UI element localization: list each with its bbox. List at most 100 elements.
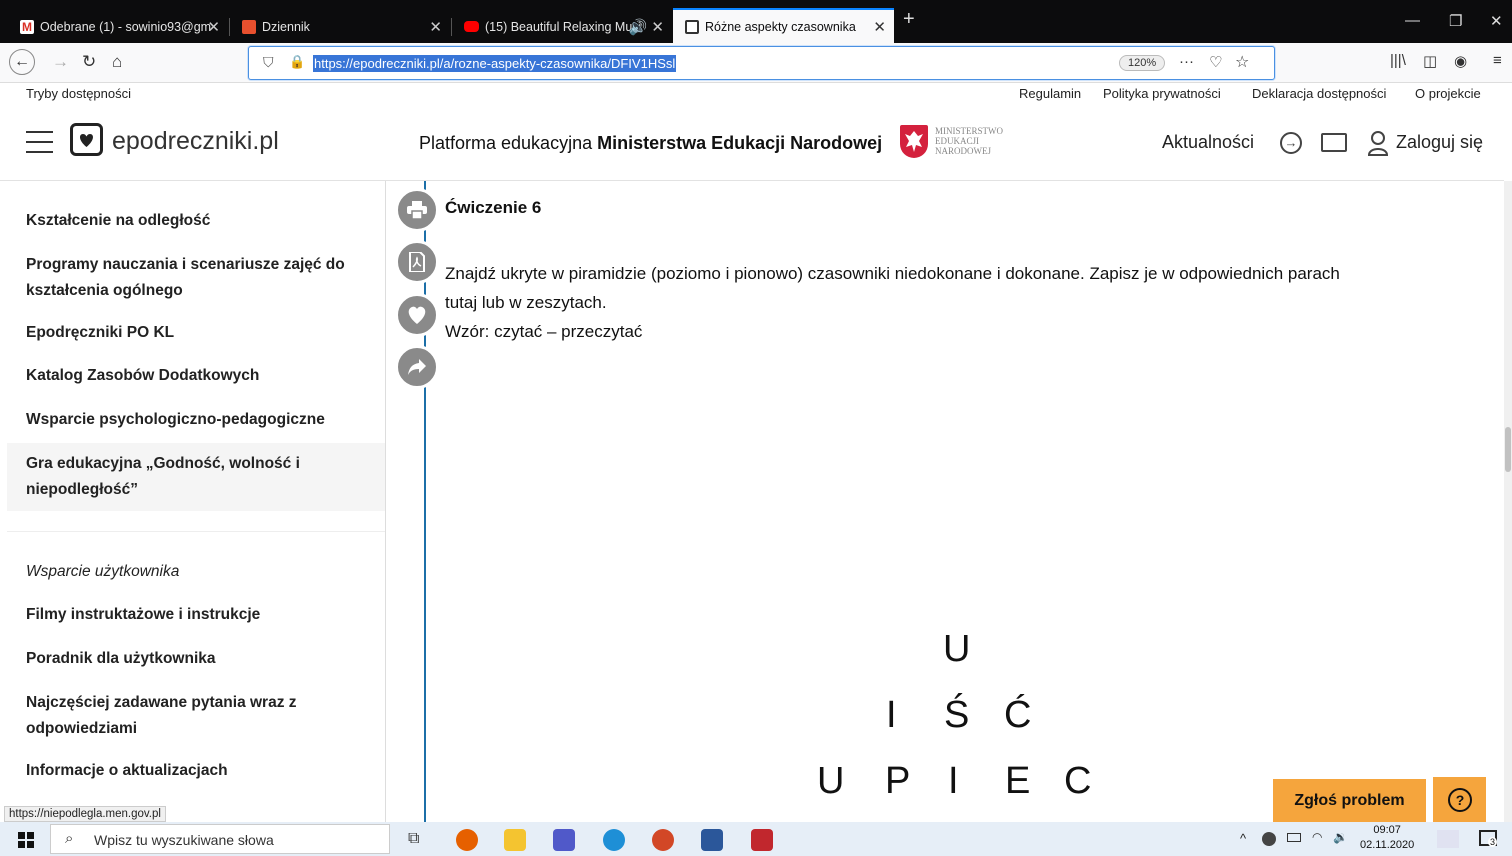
pocket-icon[interactable]: ♡ (1209, 53, 1222, 71)
restore-icon[interactable]: ❐ (1449, 12, 1462, 30)
edge-icon[interactable] (603, 829, 625, 851)
sidebar-icon[interactable]: ◫ (1423, 52, 1437, 70)
tab-active[interactable]: Różne aspekty czasownika ✕ (673, 8, 894, 43)
ministry-line: NARODOWEJ (935, 146, 991, 156)
tab-title: Dziennik (262, 19, 310, 34)
share-arrow-icon (408, 359, 426, 375)
task-view-icon[interactable]: ⧉ (408, 830, 419, 848)
wifi-icon[interactable]: ◠ (1312, 830, 1322, 844)
forward-icon[interactable]: → (52, 52, 69, 72)
divider (7, 531, 385, 532)
news-link[interactable]: Aktualności (1162, 132, 1254, 153)
pyramid-letter: Ć (1004, 694, 1032, 736)
epodreczniki-logo-icon[interactable] (70, 123, 103, 156)
library-icon[interactable]: |||\ (1390, 52, 1406, 69)
pyramid-letter: Ś (944, 694, 970, 736)
menu-icon[interactable]: ≡ (1493, 52, 1502, 69)
url-text[interactable]: https://epodreczniki.pl/a/rozne-aspekty-… (313, 55, 677, 72)
youtube-icon (464, 21, 479, 32)
show-desktop-icon[interactable] (1437, 830, 1459, 848)
scrollbar-thumb[interactable] (1505, 427, 1511, 472)
powerpoint-icon[interactable] (652, 829, 674, 851)
notifications-icon[interactable]: 3 (1479, 830, 1498, 847)
windows-start-icon[interactable] (18, 832, 34, 848)
tab-title: Odebrane (1) - sowinio93@gm (40, 19, 212, 34)
report-problem-button[interactable]: Zgłoś problem (1273, 779, 1426, 822)
status-link-preview: https://niepodlegla.men.gov.pl (4, 806, 166, 822)
regulations-link[interactable]: Regulamin (1019, 86, 1081, 101)
battery-icon[interactable] (1287, 833, 1301, 842)
sidebar-item-epodreczniki-pokl[interactable]: Epodręczniki PO KL (26, 320, 366, 346)
pyramid-letter: I (948, 760, 959, 802)
sidebar-item-psych-support[interactable]: Wsparcie psychologiczno-pedagogiczne (26, 407, 366, 433)
sidebar-item-catalog[interactable]: Katalog Zasobów Dodatkowych (26, 363, 366, 389)
sidebar-item-game[interactable]: Gra edukacyjna „Godność, wolność i niepo… (7, 443, 385, 511)
app-icon[interactable] (751, 829, 773, 851)
share-button[interactable] (395, 345, 439, 389)
close-icon[interactable]: ✕ (429, 18, 442, 36)
ministry-line: MINISTERSTWO (935, 126, 1003, 136)
account-icon[interactable]: ◉ (1454, 52, 1467, 70)
tab-dziennik[interactable]: Dziennik ✕ (230, 10, 450, 43)
sidebar-item-faq[interactable]: Najczęściej zadawane pytania wraz z odpo… (26, 690, 366, 742)
site-logo[interactable]: epodreczniki.pl (112, 127, 279, 156)
home-icon[interactable]: ⌂ (112, 52, 122, 72)
back-icon[interactable]: ← (9, 49, 35, 75)
sidebar-item-updates[interactable]: Informacje o aktualizacjach (26, 758, 366, 784)
sidebar: Kształcenie na odległość Programy naucza… (0, 181, 386, 822)
clock-date: 02.11.2020 (1360, 839, 1415, 851)
taskbar-search[interactable]: ⌕ Wpisz tu wyszukiwane słowa (50, 824, 390, 854)
close-icon[interactable]: 🔊 ✕ (629, 18, 664, 36)
sidebar-item-curricula[interactable]: Programy nauczania i scenariusze zajęć d… (26, 252, 366, 304)
sidebar-item-remote-learning[interactable]: Kształcenie na odległość (26, 208, 366, 234)
sidebar-item-videos[interactable]: Filmy instruktażowe i instrukcje (26, 602, 366, 628)
accessibility-declaration-link[interactable]: Deklaracja dostępności (1252, 86, 1386, 101)
taskbar-clock[interactable]: 09:07 02.11.2020 (1360, 823, 1414, 853)
user-icon[interactable] (1367, 130, 1389, 156)
help-button[interactable]: ? (1433, 777, 1486, 822)
bookmark-star-icon[interactable]: ☆ (1235, 52, 1249, 72)
file-explorer-icon[interactable] (504, 829, 526, 851)
tab-title: (15) Beautiful Relaxing Musi (485, 19, 642, 34)
lock-icon[interactable]: 🔒 (289, 54, 305, 70)
taskbar-search-placeholder: Wpisz tu wyszukiwane słowa (94, 832, 274, 848)
close-window-icon[interactable]: ✕ (1490, 12, 1503, 30)
print-button[interactable] (395, 188, 439, 232)
print-icon (407, 201, 427, 219)
sidebar-item-guide[interactable]: Poradnik dla użytkownika (26, 646, 366, 672)
favorite-button[interactable] (395, 293, 439, 337)
tab-gmail[interactable]: M Odebrane (1) - sowinio93@gm ✕ (8, 10, 228, 43)
volume-icon[interactable]: 🔉 (1333, 830, 1348, 844)
reload-icon[interactable]: ↻ (82, 52, 96, 72)
zoom-level[interactable]: 120% (1119, 55, 1166, 71)
login-link[interactable]: Zaloguj się (1396, 132, 1483, 153)
accessibility-modes-link[interactable]: Tryby dostępności (26, 86, 131, 101)
new-tab-icon[interactable]: + (903, 8, 915, 31)
word-icon[interactable] (701, 829, 723, 851)
tab-youtube[interactable]: (15) Beautiful Relaxing Musi 🔊 ✕ (452, 10, 672, 43)
firefox-icon[interactable] (456, 829, 478, 851)
scrollbar-track[interactable] (1504, 181, 1512, 822)
close-icon[interactable]: ✕ (207, 18, 220, 36)
dziennik-icon (242, 19, 256, 34)
shield-icon[interactable]: ⛉ (263, 54, 274, 71)
folder-icon[interactable] (1321, 133, 1347, 152)
pdf-button[interactable] (395, 240, 439, 284)
close-icon[interactable]: ✕ (873, 18, 886, 36)
platform-title: Platforma edukacyjna Ministerstwa Edukac… (419, 133, 882, 154)
svg-text:?: ? (1455, 792, 1464, 808)
tray-app-icon[interactable] (1262, 832, 1276, 846)
pyramid-letter: U (817, 760, 845, 802)
login-arrow-icon[interactable]: → (1280, 132, 1302, 154)
gmail-icon: M (20, 19, 34, 34)
pyramid-letter: E (1005, 760, 1031, 802)
tray-chevron-icon[interactable]: ^ (1240, 831, 1246, 846)
page-actions-icon[interactable]: ··· (1179, 53, 1194, 70)
about-link[interactable]: O projekcie (1415, 86, 1481, 101)
hamburger-icon[interactable] (26, 128, 53, 154)
privacy-link[interactable]: Polityka prywatności (1103, 86, 1221, 101)
url-bar[interactable]: ⛉ 🔒 https://epodreczniki.pl/a/rozne-aspe… (248, 46, 1275, 80)
minimize-icon[interactable]: — (1405, 12, 1420, 29)
teams-icon[interactable] (553, 829, 575, 851)
site-header: epodreczniki.pl Platforma edukacyjna Min… (0, 105, 1504, 181)
